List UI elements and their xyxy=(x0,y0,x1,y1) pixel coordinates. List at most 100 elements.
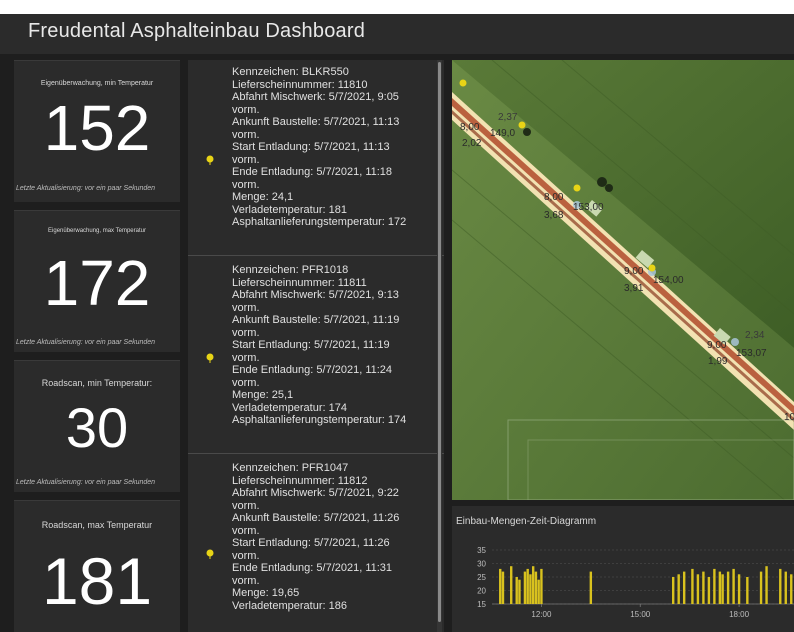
chart-bar[interactable] xyxy=(677,574,680,604)
indicator-column: Eigenüberwachung, min Temperatur 152 Let… xyxy=(14,60,180,632)
chart-bar[interactable] xyxy=(526,568,529,604)
chart-bar[interactable] xyxy=(784,571,787,604)
chart-bar[interactable] xyxy=(510,566,513,604)
indicator-updated: Letzte Aktualisierung: vor ein paar Seku… xyxy=(16,339,156,346)
delivery-line: Ankunft Baustelle: 5/7/2021, 11:26 xyxy=(232,512,400,524)
y-tick-label: 25 xyxy=(477,573,486,582)
delivery-line: vorm. xyxy=(232,128,260,141)
chart-bar[interactable] xyxy=(713,568,716,604)
delivery-details: Kennzeichen: PFR1047 Lieferscheinnummer:… xyxy=(232,462,438,612)
chart-bar[interactable] xyxy=(672,577,675,604)
delivery-line: Start Entladung: 5/7/2021, 11:13 xyxy=(232,141,390,153)
chart-bar[interactable] xyxy=(589,571,593,604)
y-tick-label: 35 xyxy=(477,546,486,555)
delivery-line: Lieferscheinnummer: 11810 xyxy=(232,78,368,91)
delivery-line: Kennzeichen: BLKR550 xyxy=(232,66,349,78)
delivery-line: vorm. xyxy=(232,301,260,314)
map-view[interactable]: 2,37 8,00 149,0 2,02 8,00 153,00 3,68 9,… xyxy=(452,60,794,500)
delivery-line: Kennzeichen: PFR1018 xyxy=(232,264,349,276)
chart-bar[interactable] xyxy=(537,579,540,604)
indicator-label: Eigenüberwachung, min Temperatur xyxy=(40,80,154,87)
chart-bar[interactable] xyxy=(499,568,502,604)
map-label: 10 xyxy=(784,412,794,423)
indicator-eigen-max[interactable]: Eigenüberwachung, max Temperatur 172 Let… xyxy=(14,210,180,352)
map-label: 9,00 xyxy=(707,340,727,351)
bar-chart[interactable]: 35 30 25 20 15 12:00 15:00 18:00 xyxy=(452,506,794,632)
y-tick-label: 15 xyxy=(477,600,486,609)
delivery-line: Lieferscheinnummer: 11811 xyxy=(232,276,367,289)
map-imagery xyxy=(452,60,794,500)
map-label: 2,02 xyxy=(462,138,482,149)
list-item[interactable]: Kennzeichen: PFR1018 Lieferscheinnummer:… xyxy=(188,258,444,454)
indicator-label: Roadscan, max Temperatur xyxy=(41,520,153,530)
indicator-label: Roadscan, min Temperatur: xyxy=(41,378,153,388)
x-tick-label: 12:00 xyxy=(531,610,552,619)
chart-bar[interactable] xyxy=(726,571,730,604)
indicator-roadscan-max[interactable]: Roadscan, max Temperatur 181 xyxy=(14,500,180,632)
map-label: 2,34 xyxy=(745,330,765,341)
chart-bar[interactable] xyxy=(691,568,694,604)
chart-bar[interactable] xyxy=(515,577,518,604)
list-item[interactable]: Kennzeichen: BLKR550 Lieferscheinnummer:… xyxy=(188,60,444,256)
map-label: 153,00 xyxy=(573,202,604,213)
indicator-roadscan-min[interactable]: Roadscan, min Temperatur: 30 Letzte Aktu… xyxy=(14,360,180,492)
chart-bar[interactable] xyxy=(790,574,793,604)
delivery-line: vorm. xyxy=(232,574,260,587)
chart-bar[interactable] xyxy=(707,577,711,604)
chart-bar[interactable] xyxy=(523,571,527,604)
indicator-value: 152 xyxy=(43,92,151,164)
chart-bar[interactable] xyxy=(779,568,782,604)
chart-bar[interactable] xyxy=(682,571,686,604)
list-item[interactable]: Kennzeichen: PFR1047 Lieferscheinnummer:… xyxy=(188,456,444,632)
delivery-line: Start Entladung: 5/7/2021, 11:26 xyxy=(232,537,390,549)
chart-bar[interactable] xyxy=(540,568,543,604)
indicator-eigen-min[interactable]: Eigenüberwachung, min Temperatur 152 Let… xyxy=(14,60,180,202)
delivery-line: Ankunft Baustelle: 5/7/2021, 11:13 xyxy=(232,116,400,128)
delivery-list[interactable]: Kennzeichen: BLKR550 Lieferscheinnummer:… xyxy=(188,60,444,632)
chart-bar[interactable] xyxy=(721,574,724,604)
chart-bar[interactable] xyxy=(696,574,700,604)
delivery-line: Verladetemperatur: 186 xyxy=(232,599,347,612)
y-tick-label: 20 xyxy=(477,587,486,596)
delivery-line: vorm. xyxy=(232,153,260,166)
chart-bar[interactable] xyxy=(746,577,749,604)
delivery-line: Ende Entladung: 5/7/2021, 11:31 xyxy=(232,562,393,574)
chart-panel: Einbau-Mengen-Zeit-Diagramm 35 30 25 20 15 12… xyxy=(452,506,794,632)
delivery-line: vorm. xyxy=(232,351,260,364)
chart-bar[interactable] xyxy=(534,571,538,604)
delivery-line: vorm. xyxy=(232,499,260,512)
chart-bar[interactable] xyxy=(501,571,505,604)
chart-bar[interactable] xyxy=(518,579,521,604)
chart-bar[interactable] xyxy=(759,571,763,604)
delivery-line: Lieferscheinnummer: 11812 xyxy=(232,474,368,487)
chart-bar[interactable] xyxy=(732,568,735,604)
indicator-updated: Letzte Aktualisierung: vor ein paar Seku… xyxy=(16,185,156,192)
delivery-line: Asphaltanlieferungstemperatur: 172 xyxy=(232,216,407,228)
delivery-line: vorm. xyxy=(232,103,260,116)
delivery-line: Ende Entladung: 5/7/2021, 11:24 xyxy=(232,364,393,376)
delivery-line: Ankunft Baustelle: 5/7/2021, 11:19 xyxy=(232,314,400,326)
chart-bar[interactable] xyxy=(737,574,741,604)
delivery-line: Abfahrt Mischwerk: 5/7/2021, 9:22 xyxy=(232,487,399,499)
chart-bar[interactable] xyxy=(529,574,532,604)
delivery-line: Abfahrt Mischwerk: 5/7/2021, 9:13 xyxy=(232,289,399,301)
delivery-line: Menge: 24,1 xyxy=(232,191,294,203)
map-label: 8,00 xyxy=(460,122,480,133)
delivery-line: vorm. xyxy=(232,549,260,562)
chart-bar[interactable] xyxy=(531,566,535,604)
map-label: 154,00 xyxy=(653,275,684,286)
x-tick-label: 15:00 xyxy=(630,610,651,619)
map-label: 9,00 xyxy=(624,266,644,277)
chart-bar[interactable] xyxy=(718,571,722,604)
delivery-line: Kennzeichen: PFR1047 xyxy=(232,462,349,474)
map-label: 153,07 xyxy=(736,348,767,359)
chart-bar[interactable] xyxy=(702,571,705,604)
map-label: 149,0 xyxy=(490,128,516,139)
indicator-value: 172 xyxy=(43,247,151,319)
delivery-line: vorm. xyxy=(232,376,260,389)
delivery-line: vorm. xyxy=(232,524,260,537)
delivery-list-scroll-thumb[interactable] xyxy=(438,62,441,622)
chart-bar[interactable] xyxy=(765,566,768,604)
delivery-details: Kennzeichen: PFR1018 Lieferscheinnummer:… xyxy=(232,264,438,427)
delivery-line: vorm. xyxy=(232,326,260,339)
